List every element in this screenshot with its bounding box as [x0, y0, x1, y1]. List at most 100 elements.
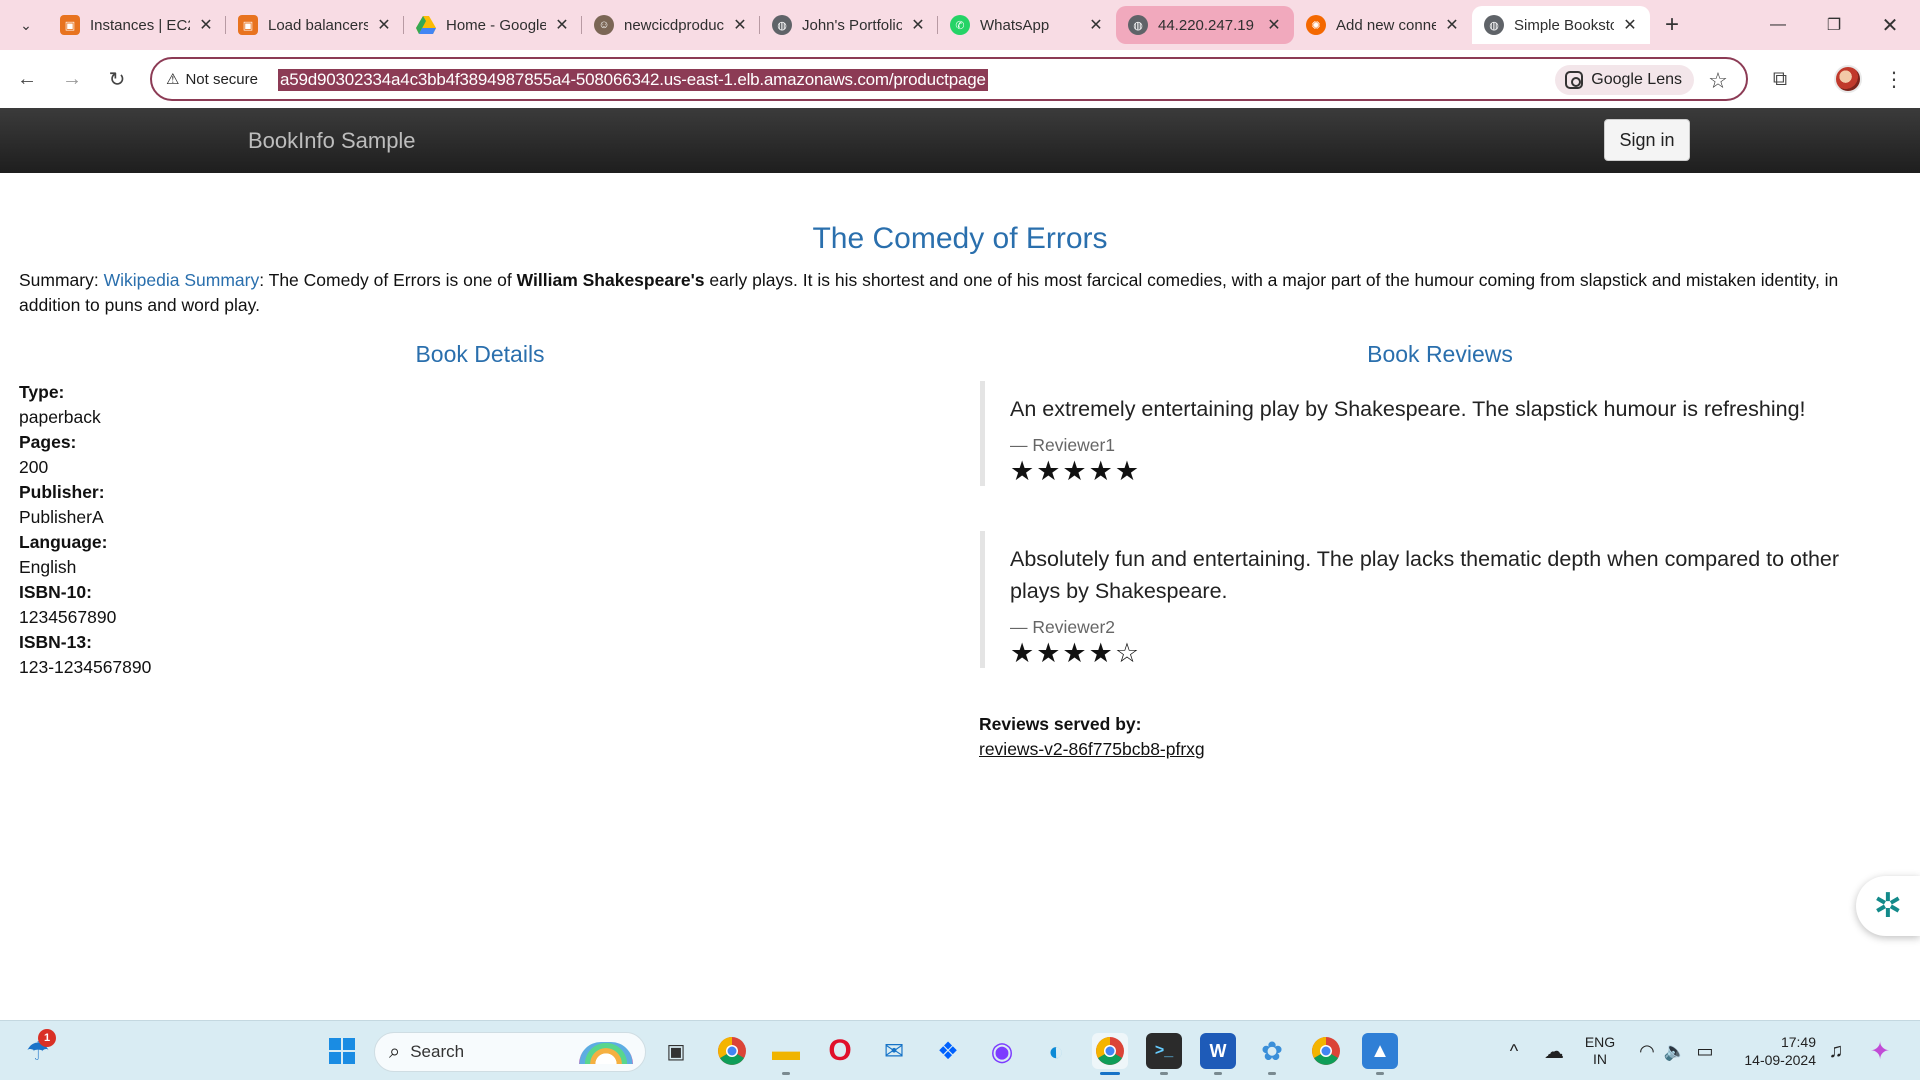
- minimize-icon[interactable]: —: [1750, 0, 1806, 50]
- dropbox-icon[interactable]: ❖: [930, 1033, 966, 1069]
- tab-newcicdproduct[interactable]: ☺ newcicdproduct ✕: [582, 6, 760, 44]
- tab-search-chevron-down-icon[interactable]: ⌄: [12, 11, 40, 39]
- task-view-icon[interactable]: ▣: [658, 1033, 694, 1069]
- tab-title: Simple Bookstore App: [1514, 16, 1614, 34]
- system-clock[interactable]: 17:49 14-09-2024: [1736, 1033, 1816, 1069]
- tab-title: Load balancers: [268, 16, 368, 34]
- language-indicator[interactable]: ENG IN: [1584, 1034, 1616, 1068]
- mail-icon[interactable]: ✉: [876, 1033, 912, 1069]
- show-hidden-icons-chevron-icon[interactable]: ^: [1500, 1021, 1528, 1080]
- detail-label-language: Language:: [19, 532, 108, 552]
- more-menu-icon[interactable]: ⋮: [1878, 63, 1910, 95]
- copilot-icon[interactable]: ✦: [1862, 1021, 1898, 1080]
- sign-in-button[interactable]: Sign in: [1604, 119, 1690, 161]
- taskbar-search-input[interactable]: ⌕ Search: [374, 1032, 646, 1072]
- detail-value-language: English: [19, 557, 77, 577]
- close-icon[interactable]: ✕: [1442, 15, 1462, 35]
- terminal-icon[interactable]: >_: [1146, 1033, 1182, 1075]
- detail-value-isbn13: 123-1234567890: [19, 657, 152, 677]
- close-icon[interactable]: ✕: [374, 15, 394, 35]
- opera-icon[interactable]: O: [822, 1033, 858, 1069]
- detail-value-pages: 200: [19, 457, 49, 477]
- tab-title: Home - Google Drive: [446, 16, 546, 34]
- onedrive-cloud-icon[interactable]: ☁: [1538, 1021, 1570, 1080]
- back-arrow-icon[interactable]: ←: [10, 62, 44, 96]
- chrome-profile-icon[interactable]: [1308, 1033, 1344, 1069]
- tab-google-drive[interactable]: Home - Google Drive ✕: [404, 6, 582, 44]
- tab-instances-ec2[interactable]: ▣ Instances | EC2 ✕: [48, 6, 226, 44]
- served-by-pod: reviews-v2-86f775bcb8-pfrxg: [979, 739, 1205, 759]
- detail-value-publisher: PublisherA: [19, 507, 104, 527]
- drive-icon: [416, 15, 436, 35]
- tab-title: Add new connection: [1336, 16, 1436, 34]
- windows-taskbar: ☂ 1 ⌕ Search ▣ ▬ O ✉ ❖ ◉ ◐ >_ W ✿ ▲ ^ ☁ …: [0, 1020, 1920, 1080]
- extensions-puzzle-icon[interactable]: ⧉: [1764, 63, 1796, 95]
- browser-app-icon[interactable]: ◉: [984, 1033, 1020, 1069]
- url-text[interactable]: a59d90302334a4c3bb4f3894987855a4-5080663…: [278, 69, 988, 91]
- close-icon[interactable]: ✕: [196, 15, 216, 35]
- bookmark-star-icon[interactable]: ☆: [1704, 67, 1732, 95]
- wikipedia-summary-link[interactable]: Wikipedia Summary: [104, 270, 260, 290]
- review-block: An extremely entertaining play by Shakes…: [980, 381, 1880, 486]
- book-reviews-heading: Book Reviews: [1367, 341, 1513, 367]
- tab-title: John's Portfolio: [802, 16, 902, 34]
- search-icon: ⌕: [389, 1040, 401, 1063]
- search-placeholder: Search: [410, 1042, 465, 1061]
- browser-toolbar: ← → ↻ ⚠ Not secure a59d90302334a4c3bb4f3…: [0, 50, 1920, 108]
- close-icon[interactable]: ✕: [1086, 15, 1106, 35]
- google-lens-button[interactable]: Google Lens: [1555, 65, 1694, 95]
- windows-start-icon[interactable]: [324, 1033, 360, 1069]
- book-title: The Comedy of Errors: [812, 222, 1108, 255]
- book-summary: Summary: Wikipedia Summary: The Comedy o…: [19, 268, 1899, 318]
- file-explorer-icon[interactable]: ▬: [768, 1033, 804, 1075]
- summary-author: William Shakespeare's: [516, 270, 705, 290]
- close-icon[interactable]: ✕: [1620, 15, 1640, 35]
- whatsapp-icon: ✆: [950, 15, 970, 35]
- globe-icon: ◍: [772, 15, 792, 35]
- address-bar[interactable]: ⚠ Not secure a59d90302334a4c3bb4f3894987…: [150, 57, 1748, 101]
- review-text: Absolutely fun and entertaining. The pla…: [1010, 547, 1840, 603]
- book-details-heading: Book Details: [415, 341, 545, 367]
- photos-app-icon[interactable]: ▲: [1362, 1033, 1398, 1075]
- tab-simple-bookstore[interactable]: ◍ Simple Bookstore App ✕: [1472, 6, 1650, 44]
- tab-johns-portfolio[interactable]: ◍ John's Portfolio ✕: [760, 6, 938, 44]
- detail-value-isbn10: 1234567890: [19, 607, 117, 627]
- paint-icon[interactable]: ✿: [1254, 1033, 1290, 1075]
- assistant-sparkle-icon[interactable]: ✲: [1856, 876, 1920, 936]
- tab-load-balancers[interactable]: ▣ Load balancers ✕: [226, 6, 404, 44]
- reload-icon[interactable]: ↻: [100, 62, 134, 96]
- window-close-icon[interactable]: ✕: [1862, 0, 1918, 50]
- profile-avatar[interactable]: [1834, 65, 1862, 93]
- edge-icon[interactable]: ◐: [1038, 1033, 1074, 1069]
- tab-whatsapp[interactable]: ✆ WhatsApp ✕: [938, 6, 1116, 44]
- globe-icon: ◍: [1128, 15, 1148, 35]
- close-icon[interactable]: ✕: [552, 15, 572, 35]
- site-brand[interactable]: BookInfo Sample: [248, 128, 416, 154]
- chrome-icon[interactable]: [714, 1033, 750, 1069]
- close-icon[interactable]: ✕: [908, 15, 928, 35]
- battery-icon[interactable]: ▭: [1690, 1021, 1720, 1080]
- security-indicator[interactable]: ⚠ Not secure: [166, 68, 258, 90]
- warning-triangle-icon: ⚠: [166, 71, 180, 88]
- restore-icon[interactable]: ❐: [1806, 0, 1862, 50]
- volume-icon[interactable]: 🔈: [1662, 1021, 1688, 1080]
- tab-title: newcicdproduct: [624, 16, 724, 34]
- notification-badge: 1: [38, 1029, 56, 1047]
- forward-arrow-icon[interactable]: →: [55, 62, 89, 96]
- tab-ip-address[interactable]: ◍ 44.220.247.19 ✕: [1116, 6, 1294, 44]
- detail-label-publisher: Publisher:: [19, 482, 105, 502]
- lens-icon: [1565, 71, 1584, 89]
- review-author: — Reviewer1: [1010, 435, 1116, 455]
- wifi-icon[interactable]: ◠: [1634, 1021, 1660, 1080]
- notifications-bell-icon[interactable]: ♫: [1822, 1021, 1850, 1080]
- close-icon[interactable]: ✕: [1264, 15, 1284, 35]
- summary-prefix: Summary:: [19, 270, 104, 290]
- close-icon[interactable]: ✕: [730, 15, 750, 35]
- chrome-active-icon[interactable]: [1092, 1033, 1128, 1075]
- word-icon[interactable]: W: [1200, 1033, 1236, 1075]
- detail-label-isbn10: ISBN-10:: [19, 582, 92, 602]
- tab-add-new-connection[interactable]: ✺ Add new connection ✕: [1294, 6, 1472, 44]
- new-tab-plus-icon[interactable]: +: [1654, 6, 1690, 44]
- google-lens-label: Google Lens: [1591, 71, 1682, 88]
- search-highlight-image: [579, 1042, 633, 1064]
